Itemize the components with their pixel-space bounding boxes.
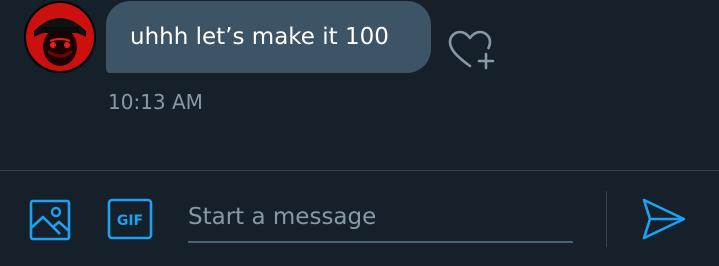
avatar[interactable] [24, 1, 96, 73]
heart-plus-icon[interactable] [446, 28, 496, 72]
gif-label: GIF [117, 213, 143, 229]
message-bubble[interactable]: uhhh let’s make it 100 [106, 1, 431, 73]
dm-conversation: uhhh let’s make it 100 10:13 AM GIF [0, 0, 719, 266]
message-composer: GIF [0, 171, 719, 266]
avatar-image [24, 1, 96, 73]
gif-icon[interactable]: GIF [107, 198, 153, 240]
send-divider [606, 191, 607, 247]
message-timestamp: 10:13 AM [108, 90, 203, 114]
message-text: uhhh let’s make it 100 [130, 24, 389, 50]
message-input[interactable] [188, 193, 573, 243]
send-icon[interactable] [640, 196, 688, 242]
image-icon[interactable] [28, 198, 72, 242]
